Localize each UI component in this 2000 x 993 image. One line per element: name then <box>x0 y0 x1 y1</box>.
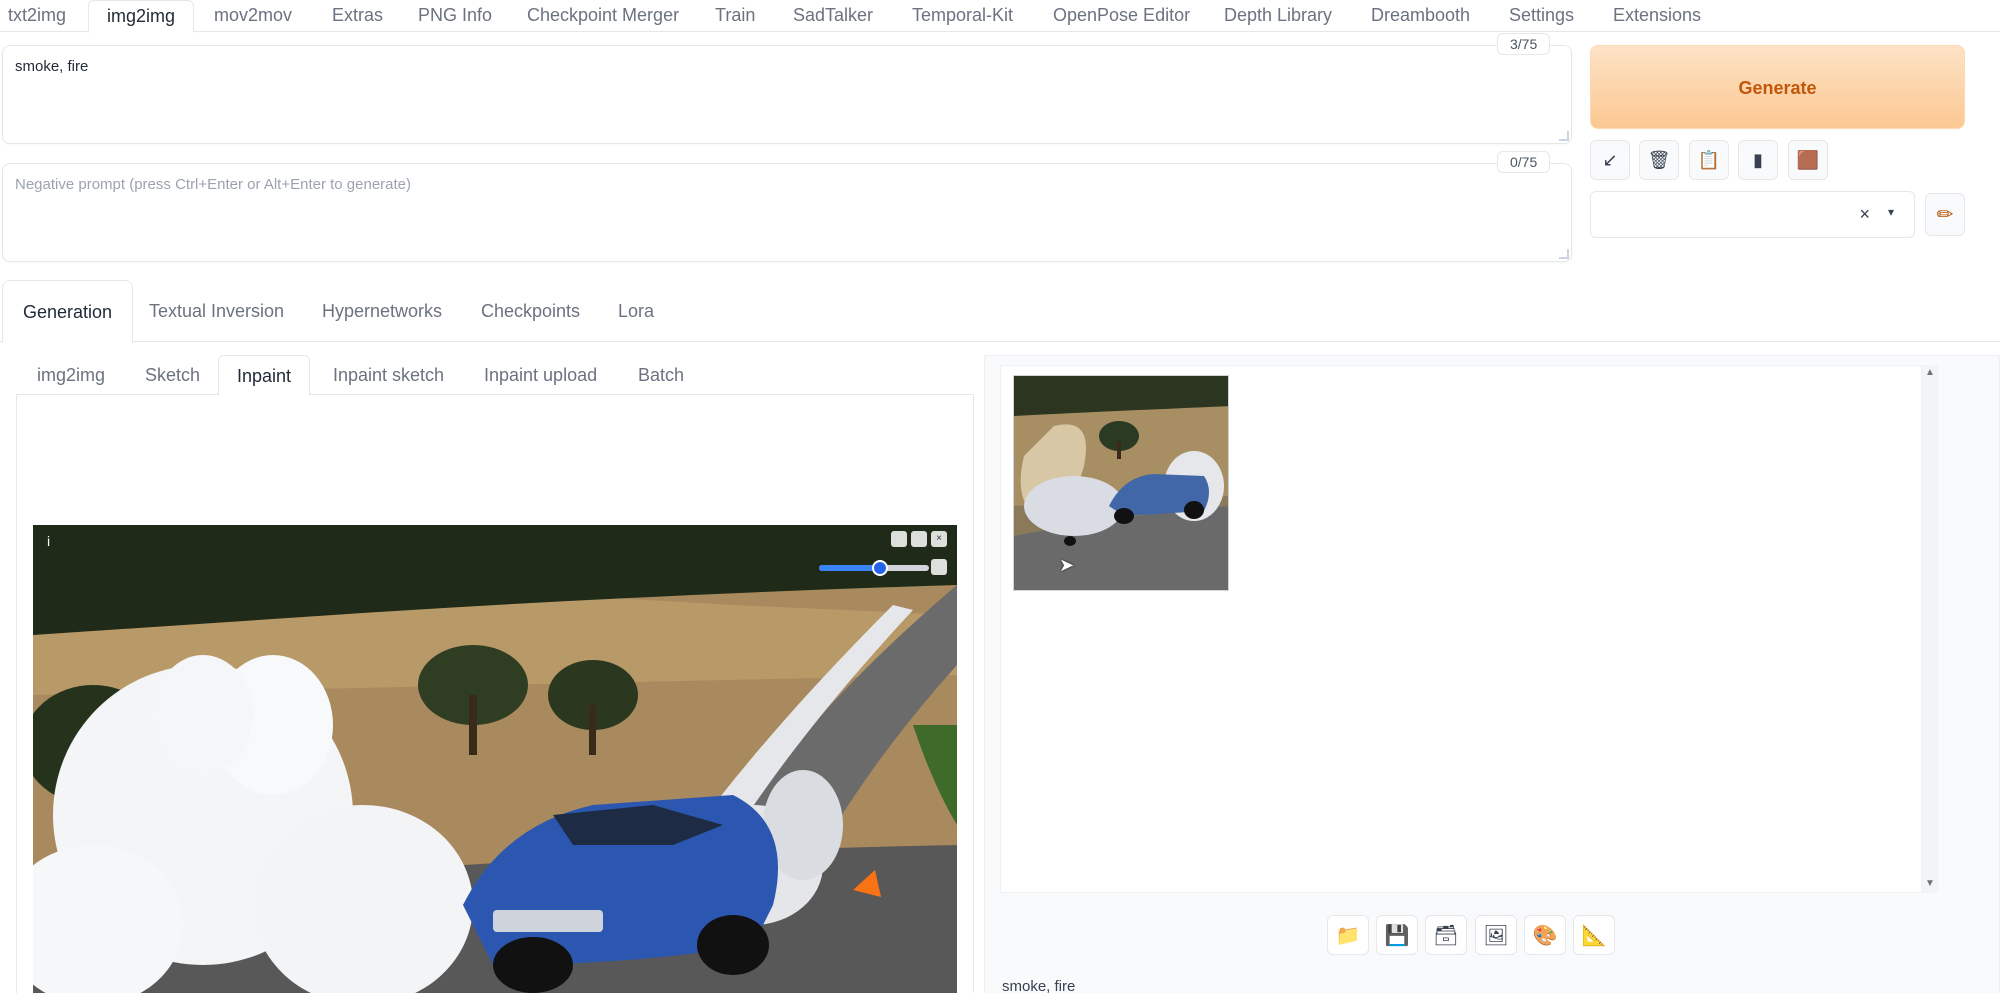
tab-settings[interactable]: Settings <box>1509 0 1574 32</box>
tab-generation[interactable]: Generation <box>2 280 134 343</box>
usb-icon: ▮ <box>1753 149 1763 170</box>
send-to-img2img-button[interactable]: 🖼 <box>1475 915 1517 955</box>
negative-token-count: 0/75 <box>1497 151 1551 173</box>
send-to-inpaint-button[interactable]: 🎨 <box>1524 915 1566 955</box>
box-button[interactable]: 🟫 <box>1788 140 1828 180</box>
read-params-button[interactable]: ↙ <box>1590 140 1630 180</box>
tab-batch[interactable]: Batch <box>638 355 684 395</box>
brush-size-handle[interactable] <box>871 560 888 576</box>
save-button[interactable]: 💾 <box>1376 915 1418 955</box>
tab-inpaint-upload[interactable]: Inpaint upload <box>484 355 597 395</box>
tab-sketch[interactable]: Sketch <box>145 355 200 395</box>
ruler-icon: 📐 <box>1581 924 1607 947</box>
tab-txt2img[interactable]: txt2img <box>8 0 66 32</box>
zip-button[interactable]: 🗃 <box>1425 915 1467 955</box>
negative-prompt-placeholder: Negative prompt (press Ctrl+Enter or Alt… <box>15 176 412 193</box>
scroll-down-icon[interactable]: ▼ <box>1925 878 1935 889</box>
tab-inpaint[interactable]: Inpaint <box>218 355 311 396</box>
pencil-icon: ✏ <box>1936 204 1954 226</box>
folder-icon: 📁 <box>1335 924 1361 947</box>
arrow-diagonal-icon: ↙ <box>1602 149 1618 170</box>
trash-icon: 🗑 <box>1647 149 1671 170</box>
tab-extensions[interactable]: Extensions <box>1613 0 1701 32</box>
tab-temporal-kit[interactable]: Temporal-Kit <box>912 0 1013 32</box>
tab-hypernetworks[interactable]: Hypernetworks <box>322 280 442 342</box>
gallery-scrollbar[interactable] <box>1922 365 1938 893</box>
scroll-up-icon[interactable]: ▲ <box>1925 367 1935 378</box>
img2img-mode-tabs: img2img Sketch Inpaint Inpaint sketch In… <box>16 355 974 396</box>
tab-dreambooth[interactable]: Dreambooth <box>1371 0 1470 32</box>
generate-button[interactable]: Generate <box>1590 45 1965 129</box>
edit-styles-button[interactable]: ✏ <box>1925 193 1965 236</box>
tab-img2img-mode[interactable]: img2img <box>37 355 105 395</box>
top-tab-bar: txt2img img2img mov2mov Extras PNG Info … <box>0 0 2000 33</box>
tab-png-info[interactable]: PNG Info <box>418 0 492 32</box>
send-to-extras-button[interactable]: 📐 <box>1573 915 1615 955</box>
tab-inpaint-sketch[interactable]: Inpaint sketch <box>333 355 444 395</box>
clear-mask-icon[interactable] <box>911 531 927 547</box>
car-drift-image <box>33 525 957 993</box>
styles-dropdown[interactable]: × ▾ <box>1590 191 1915 238</box>
prompt-token-count: 3/75 <box>1497 33 1551 55</box>
output-image[interactable] <box>1013 375 1229 591</box>
palette-icon: 🎨 <box>1532 924 1558 947</box>
close-icon[interactable]: × <box>1859 204 1870 225</box>
mouse-cursor: ➤ <box>1059 555 1075 575</box>
zip-icon: 🗃 <box>1433 924 1459 947</box>
chevron-down-icon[interactable]: ▾ <box>1888 205 1894 219</box>
prompt-textarea[interactable]: smoke, fire <box>2 45 1572 144</box>
tab-checkpoints[interactable]: Checkpoints <box>481 280 580 342</box>
tab-extras[interactable]: Extras <box>332 0 383 32</box>
brush-size-fill <box>819 565 880 571</box>
image-icon: 🖼 <box>1483 924 1509 947</box>
open-folder-button[interactable]: 📁 <box>1327 915 1369 955</box>
tab-img2img[interactable]: img2img <box>88 0 195 33</box>
tab-lora[interactable]: Lora <box>618 280 654 342</box>
close-icon[interactable]: × <box>931 531 947 547</box>
generation-tab-bar: Generation Textual Inversion Hypernetwor… <box>0 280 2000 343</box>
box-icon: 🟫 <box>1796 149 1820 170</box>
save-icon: 💾 <box>1384 924 1410 947</box>
brush-icon[interactable] <box>931 559 947 575</box>
brush-size-slider[interactable] <box>819 560 929 576</box>
inpaint-canvas[interactable]: i × <box>33 525 957 993</box>
negative-prompt-textarea[interactable]: Negative prompt (press Ctrl+Enter or Alt… <box>2 163 1572 262</box>
tab-train[interactable]: Train <box>715 0 755 32</box>
tab-checkpoint-merger[interactable]: Checkpoint Merger <box>527 0 679 32</box>
undo-icon[interactable] <box>891 531 907 547</box>
usb-button[interactable]: ▮ <box>1738 140 1778 180</box>
output-image-art <box>1014 376 1228 590</box>
prompt-text: smoke, fire <box>15 58 89 75</box>
tab-openpose-editor[interactable]: OpenPose Editor <box>1053 0 1190 32</box>
tab-sadtalker[interactable]: SadTalker <box>793 0 873 32</box>
resize-handle[interactable] <box>1559 249 1569 259</box>
resize-handle[interactable] <box>1559 131 1569 141</box>
tab-mov2mov[interactable]: mov2mov <box>214 0 292 32</box>
clipboard-icon: 📋 <box>1697 149 1721 170</box>
generation-info: smoke, fire <box>1002 978 1076 993</box>
tab-depth-library[interactable]: Depth Library <box>1224 0 1332 32</box>
clear-prompt-button[interactable]: 🗑 <box>1639 140 1679 180</box>
info-icon[interactable]: i <box>47 533 50 549</box>
tab-textual-inversion[interactable]: Textual Inversion <box>149 280 284 342</box>
paste-button[interactable]: 📋 <box>1689 140 1729 180</box>
